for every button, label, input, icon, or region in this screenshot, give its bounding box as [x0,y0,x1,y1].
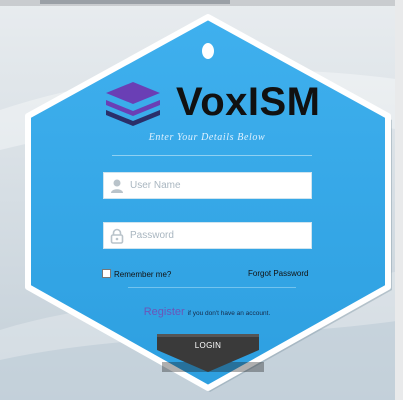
login-card [25,14,391,391]
tagline: Enter Your Details Below [148,132,266,143]
forgot-password-link[interactable]: Forgot Password [248,269,308,278]
register-line: Register if you don't have an account. [100,302,314,320]
username-input[interactable] [130,173,308,198]
login-button[interactable]: LOGIN [157,334,259,358]
password-input[interactable] [130,223,308,248]
username-field[interactable] [103,172,312,199]
remember-me[interactable]: Remember me? [102,269,171,279]
lock-icon [110,228,124,244]
register-hint: if you don't have an account. [187,310,271,317]
remember-label: Remember me? [114,270,172,279]
register-link[interactable]: Register [144,306,185,318]
divider-top [112,155,312,156]
password-field[interactable] [103,222,312,249]
remember-checkbox[interactable] [102,269,111,278]
user-icon [111,179,123,193]
divider-bottom [128,287,296,288]
card-hole [202,43,214,59]
brand-name: VoxISM [176,80,321,124]
